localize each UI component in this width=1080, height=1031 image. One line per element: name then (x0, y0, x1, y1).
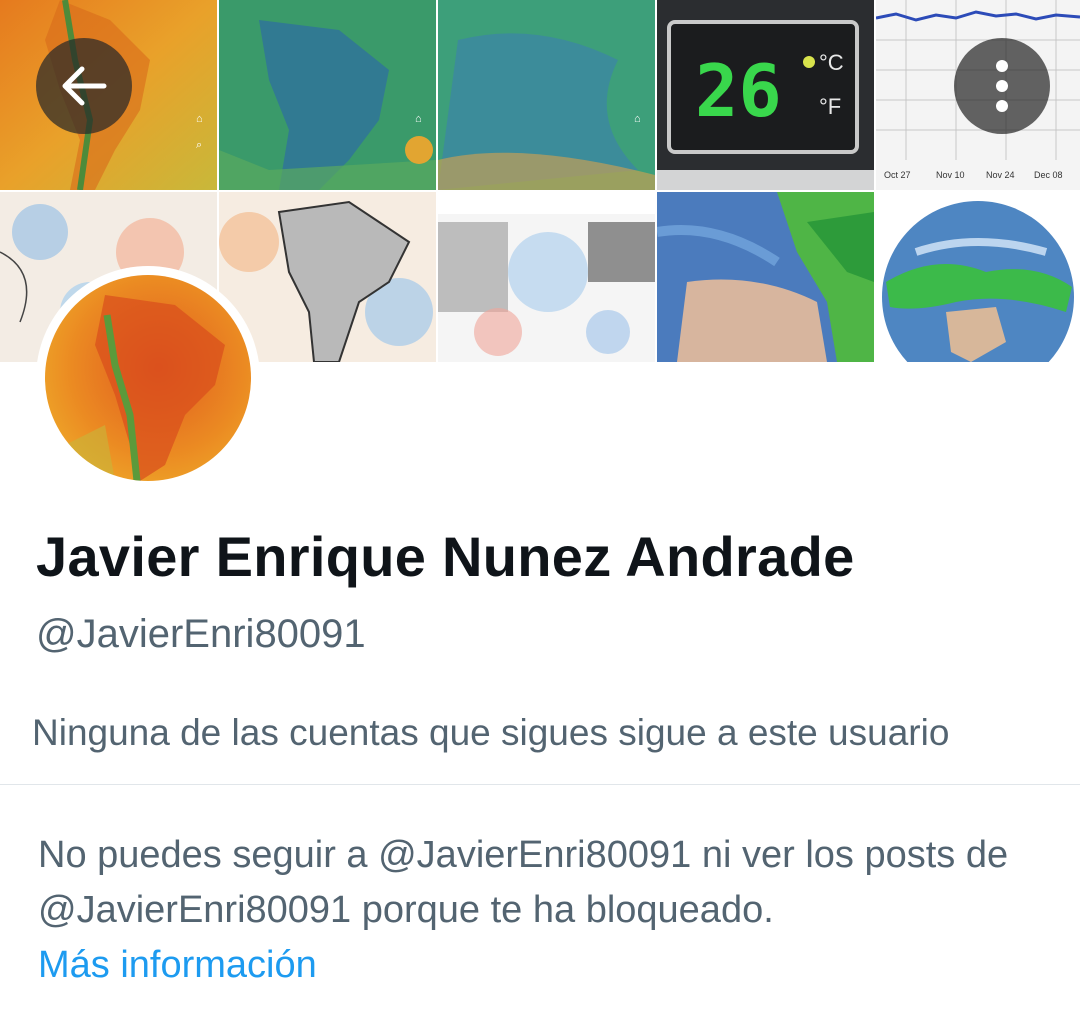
more-options-button[interactable] (954, 38, 1050, 134)
thermometer-readout: 26 (695, 49, 782, 133)
banner-image-precip-map (657, 192, 874, 362)
graph-date-3: Nov 24 (986, 170, 1015, 180)
profile-avatar[interactable] (36, 266, 260, 490)
fahrenheit-label: °F (819, 94, 841, 119)
banner-image-pacific-map (438, 192, 655, 362)
followers-you-know-note: Ninguna de las cuentas que sigues sigue … (32, 712, 950, 753)
svg-text:⌂: ⌂ (196, 113, 203, 125)
graph-date-2: Nov 10 (936, 170, 965, 180)
svg-text:⌂: ⌂ (634, 113, 641, 125)
graph-date-1: Oct 27 (884, 170, 911, 180)
divider (0, 784, 1080, 785)
graph-date-4: Dec 08 (1034, 170, 1063, 180)
svg-text:⌂: ⌂ (415, 113, 422, 125)
back-button[interactable] (36, 38, 132, 134)
blocked-message: No puedes seguir a @JavierEnri80091 ni v… (38, 834, 1009, 931)
celsius-label: °C (819, 50, 844, 75)
more-vertical-icon (996, 60, 1008, 112)
banner-image-ocean-map: ⌂ (438, 0, 655, 190)
banner-image-thermometer: 26 °C °F (657, 0, 874, 190)
learn-more-link[interactable]: Más información (38, 944, 317, 986)
user-handle: @JavierEnri80091 (36, 612, 366, 656)
arrow-left-icon (62, 66, 107, 106)
avatar-image (45, 275, 251, 481)
display-name: Javier Enrique Nunez Andrade (36, 525, 855, 588)
banner-image-green-map: ⌂ (219, 0, 436, 190)
blocked-notice: No puedes seguir a @JavierEnri80091 ni v… (38, 828, 1058, 993)
svg-text:⌕: ⌕ (196, 139, 202, 151)
banner-image-globe (876, 192, 1080, 362)
